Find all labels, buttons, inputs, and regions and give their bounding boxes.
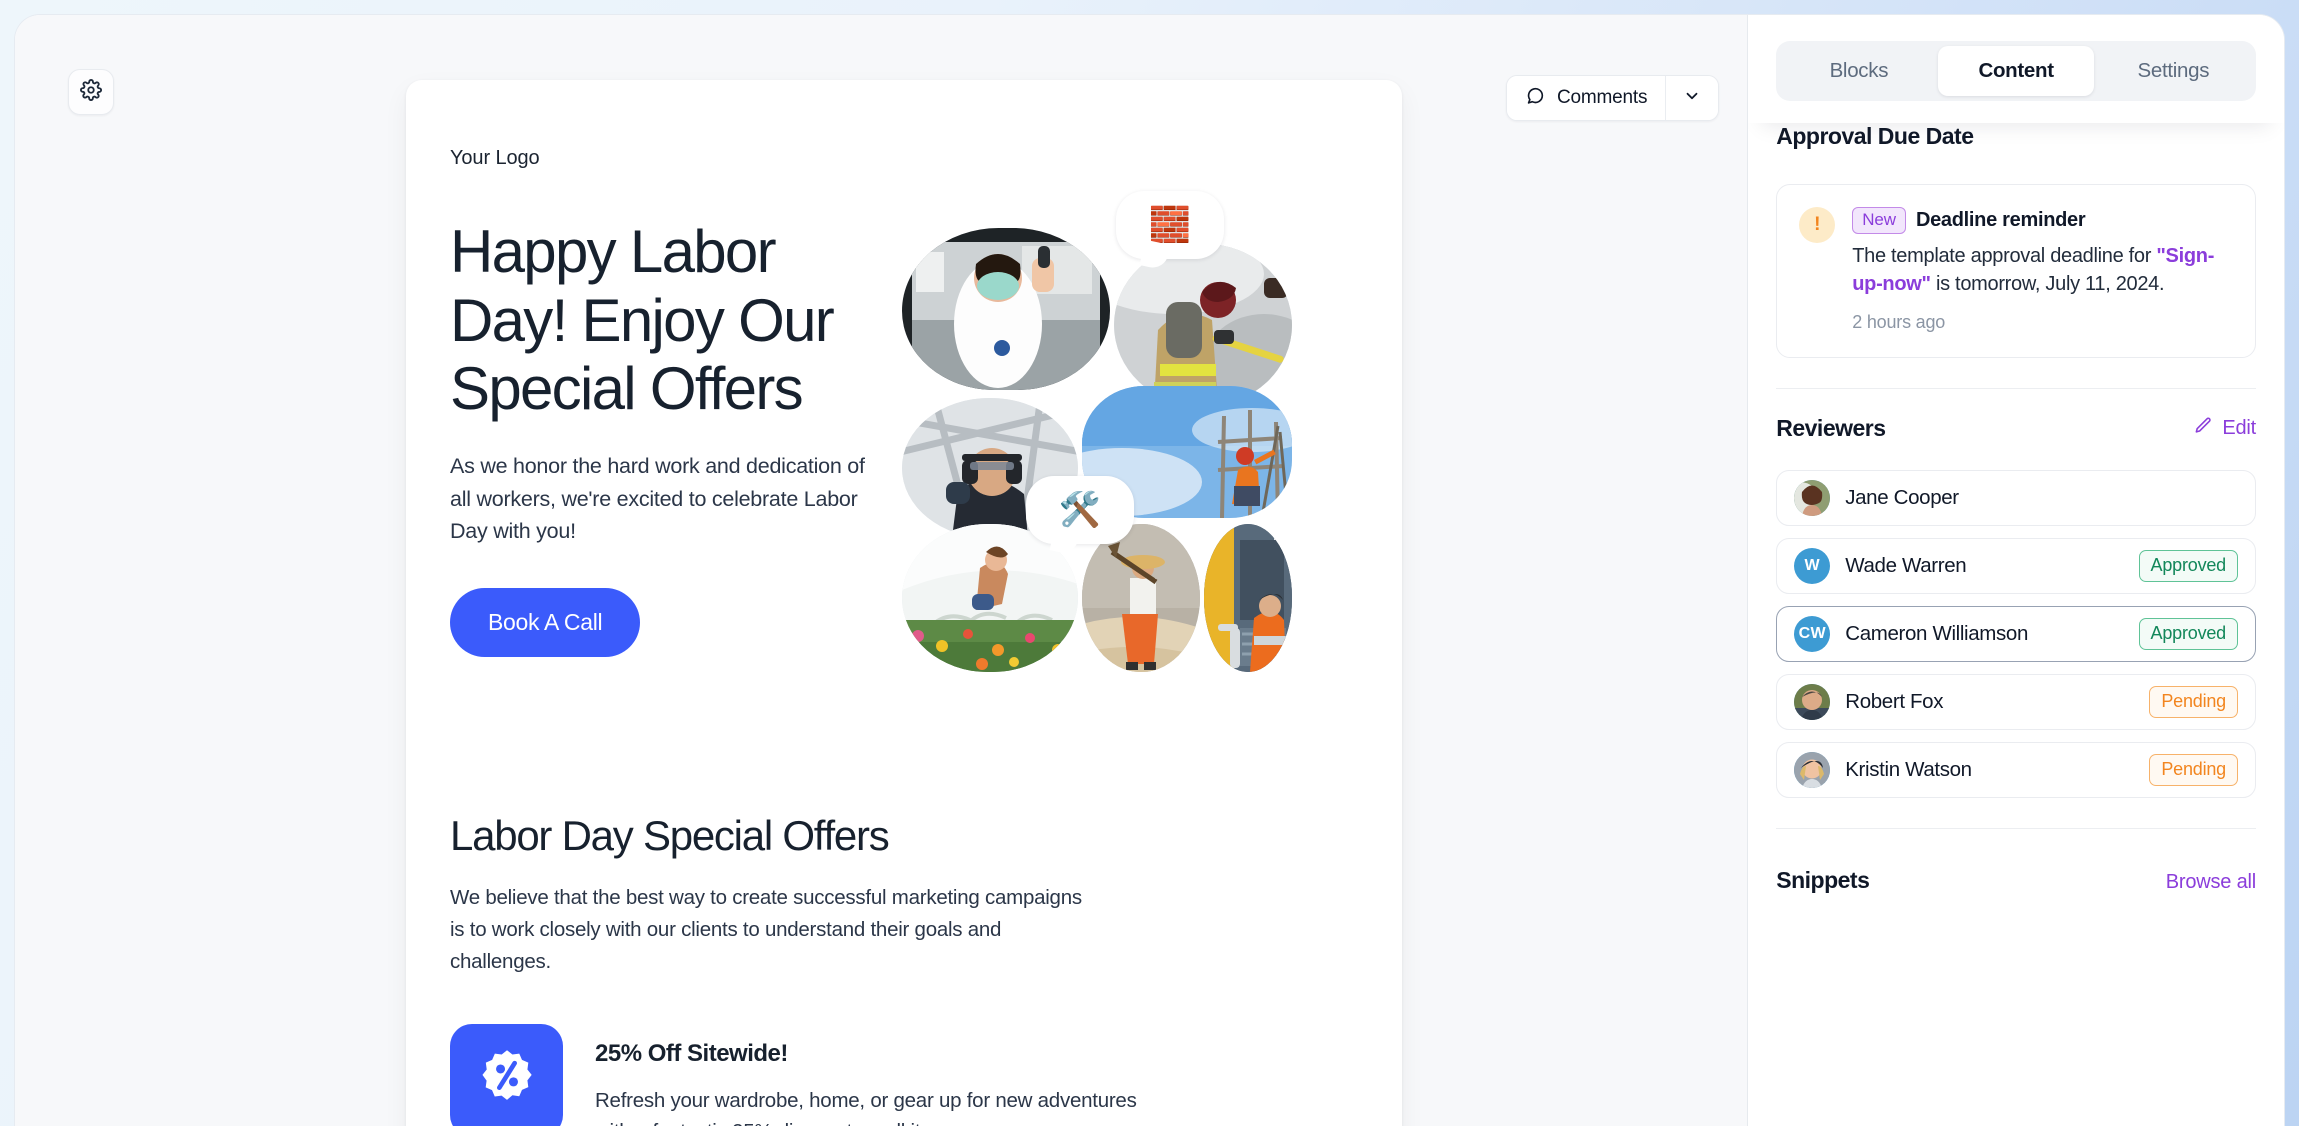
comments-button[interactable]: Comments [1507, 76, 1666, 120]
notification-content: New Deadline reminder The template appro… [1852, 207, 2233, 333]
tools-emoji-bubble: 🛠️ [1026, 476, 1134, 544]
email-hero-section: Happy Labor Day! Enjoy Our Special Offer… [450, 191, 1358, 726]
avatar: W [1794, 547, 1831, 584]
lab-technician-photo [902, 228, 1110, 390]
notification-body: The template approval deadline for "Sign… [1852, 242, 2233, 299]
snippets-header: Snippets Browse all [1776, 867, 2256, 894]
reviewers-header: Reviewers Edit [1776, 415, 2256, 442]
offers-section-paragraph: We believe that the best way to create s… [450, 886, 1082, 973]
chevron-down-icon [1683, 87, 1701, 110]
reviewer-row-wade-warren[interactable]: W Wade Warren Approved [1776, 537, 2256, 594]
avatar [1794, 751, 1831, 788]
status-badge: Approved [2138, 617, 2238, 650]
hero-headline: Happy Labor Day! Enjoy Our Special Offer… [450, 218, 835, 423]
avatar: CW [1794, 615, 1831, 652]
reviewer-name: Cameron Williamson [1845, 621, 2029, 645]
reviewer-row-robert-fox[interactable]: Robert Fox Pending [1776, 673, 2256, 730]
reviewer-name: Wade Warren [1845, 553, 1967, 577]
settings-gear-button[interactable] [68, 69, 114, 115]
reviewer-name: Robert Fox [1845, 689, 1944, 713]
notification-timestamp: 2 hours ago [1852, 311, 1946, 332]
hero-text-column: Happy Labor Day! Enjoy Our Special Offer… [450, 208, 880, 726]
snippets-title: Snippets [1776, 866, 1870, 893]
offer-text-block: 25% Off Sitewide! Refresh your wardrobe,… [595, 1024, 1155, 1126]
edit-label: Edit [2222, 416, 2256, 439]
panel-tabbar: Blocks Content Settings [1776, 41, 2256, 101]
offer-title: 25% Off Sitewide! [595, 1039, 788, 1067]
brick-emoji: 🧱 [1148, 206, 1192, 244]
worker-photo-collage: 🧱 🛠️ [902, 191, 1362, 726]
browse-all-link[interactable]: Browse all [2166, 871, 2256, 894]
panel-divider-1 [1776, 387, 2256, 389]
notification-text-before: The template approval deadline for [1852, 245, 2157, 267]
maintenance-engineer-photo [1204, 524, 1292, 672]
email-logo-placeholder: Your Logo [450, 147, 540, 169]
notification-heading-row: New Deadline reminder [1852, 207, 2233, 234]
new-badge: New [1852, 207, 1906, 234]
chat-bubble-icon [1524, 85, 1546, 112]
editor-canvas: Comments Your Logo Happy Labor Day! Enjo… [15, 15, 1749, 1126]
panel-body: Approval Due Date ! New Deadline reminde… [1748, 123, 2284, 358]
hammer-and-wrench-emoji: 🛠️ [1058, 491, 1102, 529]
reviewer-name: Jane Cooper [1845, 485, 1959, 509]
offer-item: 25% Off Sitewide! Refresh your wardrobe,… [450, 1023, 1358, 1126]
email-template-card[interactable]: Your Logo Happy Labor Day! Enjoy Our Spe… [406, 80, 1402, 1126]
tab-blocks[interactable]: Blocks [1781, 46, 1936, 96]
exclamation-icon: ! [1799, 207, 1836, 243]
avatar [1794, 479, 1831, 516]
tab-content[interactable]: Content [1938, 46, 2094, 96]
inspector-panel: Blocks Content Settings Approval Due Dat… [1748, 15, 2284, 1126]
notification-text-after: is tomorrow, July 11, 2024. [1930, 273, 2165, 296]
laborer-with-shovel-photo [1082, 524, 1200, 672]
reviewer-name: Kristin Watson [1845, 757, 1972, 781]
panel-tabbar-wrap: Blocks Content Settings [1748, 15, 2284, 123]
percent-badge-icon-tile [450, 1023, 563, 1126]
deadline-notification-card[interactable]: ! New Deadline reminder The template app… [1776, 184, 2256, 358]
status-badge: Pending [2149, 685, 2238, 718]
snippets-section: Snippets Browse all [1748, 867, 2284, 894]
tab-settings[interactable]: Settings [2096, 46, 2251, 96]
reviewers-title: Reviewers [1776, 414, 1886, 441]
comments-label: Comments [1557, 87, 1648, 108]
reviewers-section: Reviewers Edit Jane Cooper W Wade Warren… [1748, 415, 2284, 798]
brick-emoji-bubble: 🧱 [1116, 191, 1224, 259]
notification-title: Deadline reminder [1915, 209, 2086, 231]
gear-icon [80, 78, 102, 106]
percent-badge-icon [476, 1047, 538, 1114]
status-badge: Pending [2149, 753, 2238, 786]
reviewers-list: Jane Cooper W Wade Warren Approved CW Ca… [1776, 469, 2256, 798]
hero-subtext: As we honor the hard work and dedication… [450, 454, 865, 544]
comments-dropdown-toggle[interactable] [1665, 76, 1719, 120]
edit-reviewers-button[interactable]: Edit [2194, 416, 2256, 441]
comments-split-button: Comments [1506, 75, 1720, 121]
approval-due-date-title: Approval Due Date [1776, 123, 1974, 149]
reviewer-row-kristin-watson[interactable]: Kristin Watson Pending [1776, 741, 2256, 798]
panel-divider-2 [1776, 827, 2256, 829]
pencil-icon [2194, 416, 2213, 441]
firefighter-photo [1114, 244, 1292, 406]
reviewer-row-jane-cooper[interactable]: Jane Cooper [1776, 469, 2256, 526]
offer-description: Refresh your wardrobe, home, or gear up … [595, 1088, 1137, 1126]
book-a-call-button[interactable]: Book A Call [450, 588, 641, 658]
status-badge: Approved [2138, 549, 2238, 582]
app-window: Comments Your Logo Happy Labor Day! Enjo… [14, 14, 2285, 1126]
offers-section-heading: Labor Day Special Offers [450, 812, 890, 859]
avatar [1794, 683, 1831, 720]
reviewer-row-cameron-williamson[interactable]: CW Cameron Williamson Approved [1776, 605, 2256, 662]
